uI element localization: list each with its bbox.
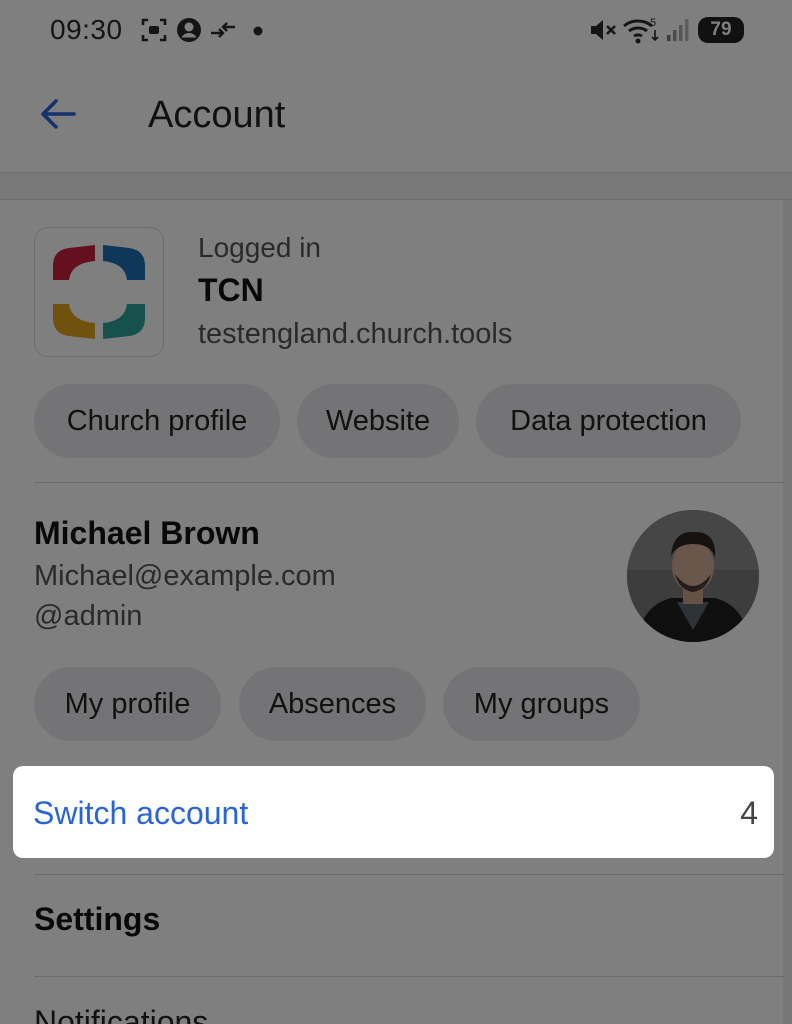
- app-screen: 09:30 5: [0, 0, 792, 1024]
- dim-overlay: [0, 0, 792, 1024]
- switch-account-row[interactable]: Switch account 4: [13, 766, 774, 858]
- account-count: 4: [740, 795, 758, 831]
- switch-account-label: Switch account: [33, 795, 249, 831]
